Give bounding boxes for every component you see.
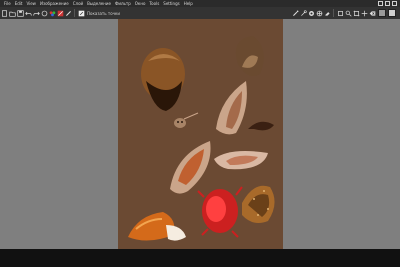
window-controls bbox=[378, 0, 397, 7]
status-bar bbox=[0, 249, 400, 267]
eraser-icon[interactable] bbox=[78, 10, 85, 17]
close-icon[interactable] bbox=[392, 1, 397, 6]
toolbar-separator bbox=[333, 9, 334, 17]
menu-layer[interactable]: Слой bbox=[71, 0, 85, 7]
brush-icon[interactable] bbox=[57, 10, 64, 17]
close-tab-icon[interactable] bbox=[369, 10, 376, 17]
drawing-canvas[interactable] bbox=[118, 19, 283, 249]
ear-sketch-3 bbox=[214, 151, 268, 170]
menu-file[interactable]: File bbox=[0, 0, 13, 7]
menu-edit[interactable]: Edit bbox=[13, 0, 25, 7]
red-fur-sketch bbox=[197, 186, 243, 238]
toolbar-separator bbox=[74, 9, 75, 17]
menu-tools[interactable]: Tools bbox=[147, 0, 161, 7]
new-icon[interactable] bbox=[1, 9, 8, 17]
menu-filter[interactable]: Фильтр bbox=[113, 0, 133, 7]
orange-fur-sketch bbox=[128, 212, 186, 241]
tail-stroke-sketch bbox=[248, 121, 274, 131]
menu-window[interactable]: Окно bbox=[133, 0, 148, 7]
open-icon[interactable] bbox=[9, 10, 16, 17]
small-critter-sketch bbox=[174, 112, 199, 128]
gradient-icon[interactable] bbox=[316, 10, 323, 17]
palette-icon[interactable] bbox=[49, 10, 56, 17]
redo-icon[interactable] bbox=[33, 10, 40, 17]
brush-settings-icon[interactable] bbox=[300, 9, 307, 17]
textured-fur-sketch bbox=[242, 185, 275, 223]
menu-select[interactable]: Выделение bbox=[85, 0, 113, 7]
maximize-icon[interactable] bbox=[385, 1, 390, 6]
fur-sketch-2 bbox=[235, 36, 264, 77]
fill-icon[interactable] bbox=[308, 10, 315, 17]
fur-sketch-1 bbox=[141, 48, 185, 111]
eyedropper-icon[interactable] bbox=[292, 10, 299, 17]
eraser-tool-icon[interactable] bbox=[324, 10, 331, 17]
transform-tool-icon[interactable] bbox=[337, 10, 344, 17]
ear-sketch-1 bbox=[216, 81, 247, 135]
workspace[interactable] bbox=[0, 19, 400, 249]
undo-icon[interactable] bbox=[25, 10, 32, 17]
minimize-icon[interactable] bbox=[378, 1, 383, 6]
move-icon[interactable] bbox=[361, 10, 368, 17]
menu-view[interactable]: View bbox=[24, 0, 38, 7]
save-icon[interactable] bbox=[17, 9, 24, 17]
menu-bar: File Edit View Изображение Слой Выделение Филь… bbox=[0, 0, 400, 7]
pencil-icon[interactable] bbox=[65, 10, 72, 17]
ear-sketch-2 bbox=[170, 141, 211, 194]
show-points-label[interactable]: Показать точки bbox=[87, 11, 120, 16]
menu-settings[interactable]: Settings bbox=[161, 0, 181, 7]
menu-help[interactable]: Help bbox=[182, 0, 195, 7]
zoom-icon[interactable] bbox=[345, 10, 352, 17]
menu-image[interactable]: Изображение bbox=[38, 0, 71, 7]
transform-icon[interactable] bbox=[41, 10, 48, 17]
primary-color-swatch[interactable] bbox=[378, 9, 386, 17]
secondary-color-swatch[interactable] bbox=[388, 9, 396, 17]
crop-icon[interactable] bbox=[353, 10, 360, 17]
toolbar: Показать точки bbox=[0, 7, 400, 19]
